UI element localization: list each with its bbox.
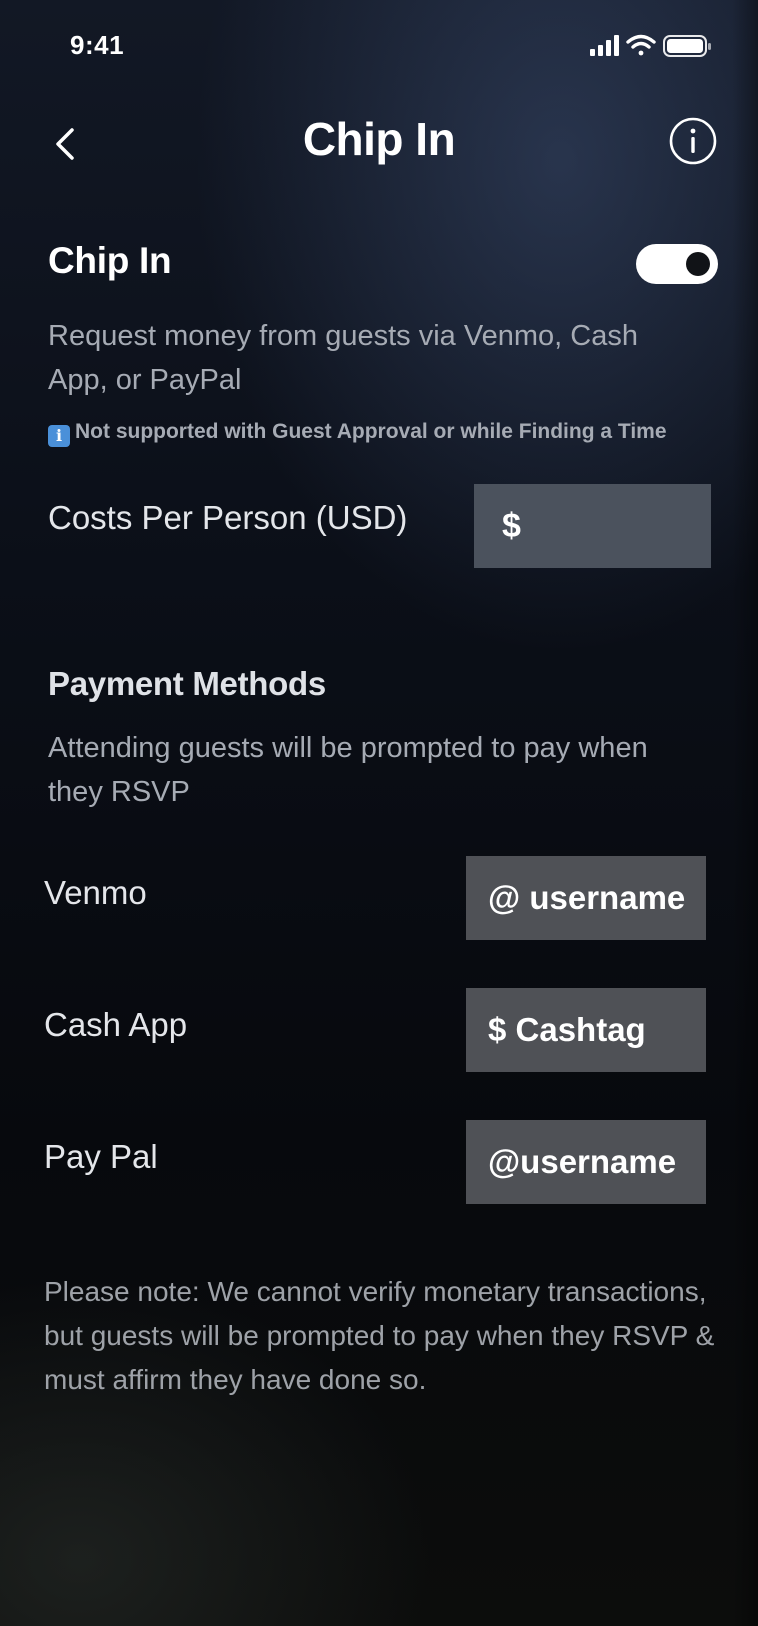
chip-in-toggle[interactable] (636, 244, 718, 284)
payment-disclaimer: Please note: We cannot verify monetary t… (44, 1276, 715, 1395)
chip-in-screen: 9:41 Chip In Chip In Request money from … (0, 0, 758, 1626)
cash-app-cashtag-input[interactable]: $ Cashtag (466, 988, 706, 1072)
paypal-input-placeholder: @username (488, 1143, 677, 1180)
cellular-signal-icon (590, 35, 619, 56)
page-title: Chip In (302, 113, 456, 165)
cash-app-input-placeholder: $ Cashtag (488, 1011, 646, 1048)
status-icons (590, 34, 711, 57)
screen-edge-shadow (732, 0, 758, 1626)
paypal-username-input[interactable]: @username (466, 1120, 706, 1204)
info-square-icon: i (48, 425, 70, 447)
payment-methods-heading: Payment Methods (48, 665, 326, 702)
chip-in-heading: Chip In (48, 240, 172, 281)
toggle-knob (686, 252, 710, 276)
guest-approval-notice: i Not supported with Guest Approval or wh… (48, 420, 748, 447)
cost-per-person-label: Costs Per Person (USD) (48, 499, 408, 536)
cost-input-placeholder: $ (502, 506, 521, 545)
chip-in-description: Request money from guests via Venmo, Cas… (48, 320, 638, 396)
paypal-label: Pay Pal (44, 1138, 158, 1175)
cash-app-label: Cash App (44, 1006, 188, 1043)
venmo-input-placeholder: @ username (488, 879, 686, 916)
venmo-label: Venmo (44, 874, 147, 911)
notice-text: Not supported with Guest Approval or whi… (75, 420, 667, 443)
cost-per-person-input[interactable]: $ (474, 484, 711, 568)
venmo-username-input[interactable]: @ username (466, 856, 706, 940)
battery-icon (663, 35, 711, 57)
wifi-icon (626, 34, 656, 56)
status-time: 9:41 (70, 30, 125, 60)
payment-methods-description: Attending guests will be prompted to pay… (48, 732, 648, 808)
info-circle-icon[interactable] (668, 116, 718, 166)
